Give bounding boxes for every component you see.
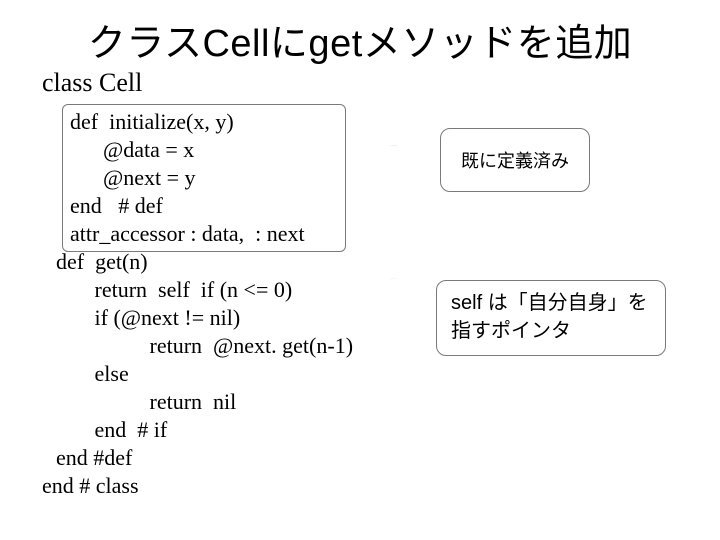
code-l13: end # class — [42, 473, 139, 498]
code-l10: return nil — [56, 389, 236, 414]
code-block: def initialize(x, y) @data = x @next = y… — [70, 108, 367, 500]
code-l4: attr_accessor : data, : next — [70, 221, 305, 246]
callout2-line1: は「自分自身」を — [488, 292, 648, 314]
callout-self-pointer: self は「自分自身」を 指すポインタ — [436, 280, 666, 356]
code-l0: def initialize(x, y) — [70, 109, 234, 134]
code-l5: def get(n) — [56, 249, 148, 274]
code-l11: end # if — [56, 417, 167, 442]
callout2-self-word: self — [451, 292, 488, 314]
code-l2: @next = y — [70, 165, 196, 190]
code-l6: return self if (n <= 0) — [56, 277, 292, 302]
code-l3: end # def — [70, 193, 163, 218]
callout-already-defined: 既に定義済み — [440, 128, 590, 192]
slide: クラスCellにgetメソッドを追加 class Cell 既に定義済み sel… — [0, 0, 720, 540]
callout2-line2: 指すポインタ — [451, 320, 571, 342]
code-l9: else — [56, 361, 129, 386]
code-l12: end #def — [56, 445, 132, 470]
code-l8: return @next. get(n-1) — [56, 333, 353, 358]
slide-title: クラスCellにgetメソッドを追加 — [0, 12, 720, 67]
code-l1: @data = x — [70, 137, 194, 162]
code-l7: if (@next != nil) — [56, 305, 240, 330]
class-declaration: class Cell — [42, 68, 142, 98]
callout1-text: 既に定義済み — [461, 147, 569, 173]
